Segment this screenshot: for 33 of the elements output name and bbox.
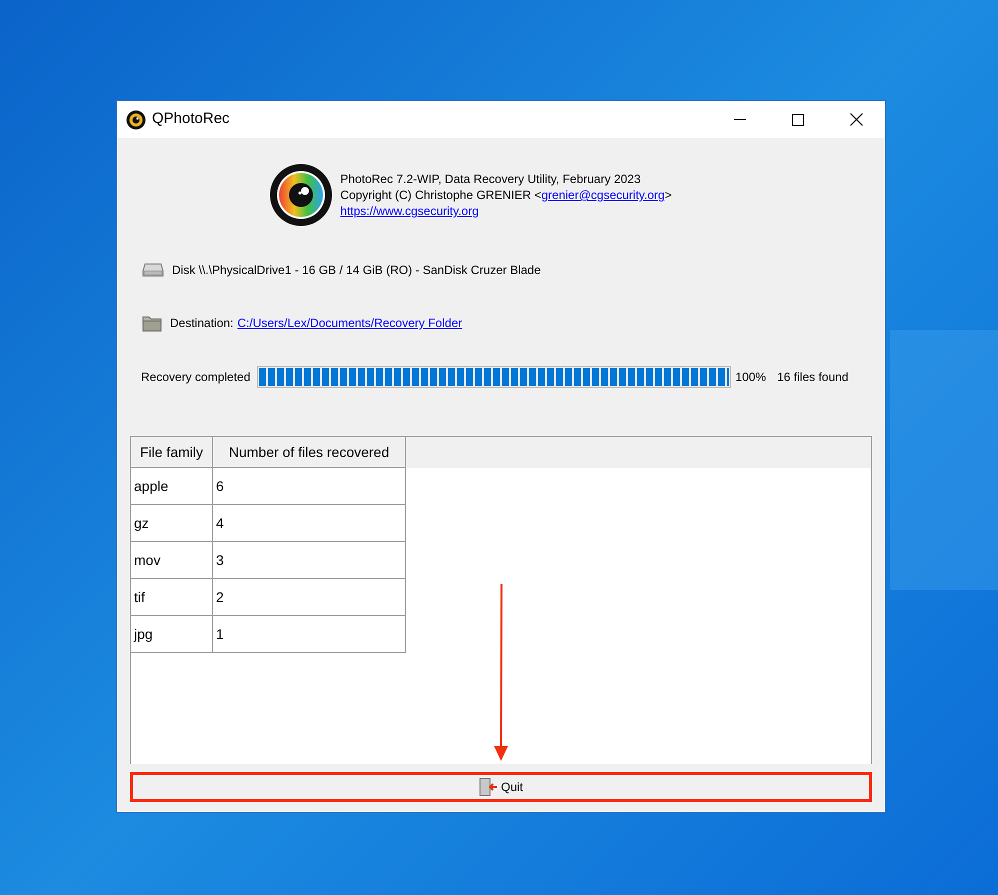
table-cell: 2: [213, 579, 406, 616]
progress-percent: 100%: [735, 369, 766, 386]
table-cell: 4: [213, 505, 406, 542]
table-cell: gz: [131, 505, 213, 542]
progress-label: Recovery completed: [141, 369, 250, 386]
table-cell: apple: [131, 468, 213, 505]
email-link[interactable]: grenier@cgsecurity.org: [541, 187, 665, 203]
website-link[interactable]: https://www.cgsecurity.org: [340, 203, 479, 219]
folder-icon: [142, 314, 162, 332]
table-cell: mov: [131, 542, 213, 579]
column-header[interactable]: File family: [131, 437, 213, 468]
destination-link[interactable]: C:/Users/Lex/Documents/Recovery Folder: [237, 314, 462, 332]
close-icon: [850, 113, 862, 126]
version-text: PhotoRec 7.2-WIP, Data Recovery Utility, February 2023: [340, 171, 642, 187]
maximize-icon: [792, 114, 804, 126]
eye-logo-icon: [270, 164, 332, 226]
exit-door-icon: [478, 778, 498, 796]
copyright-text: >: [664, 187, 672, 203]
files-found-text: 16 files found: [777, 369, 848, 386]
minimize-icon: [734, 119, 746, 120]
table-cell: tif: [131, 579, 213, 616]
eye-logo-icon: [126, 110, 146, 130]
drive-icon: [142, 263, 164, 277]
table-cell: jpg: [131, 616, 213, 653]
destination-label: Destination:: [170, 315, 234, 332]
column-header[interactable]: Number of files recovered: [213, 437, 406, 468]
disk-label: Disk \\.\PhysicalDrive1 - 16 GB / 14 GiB (RO) - SanDisk Cruzer Blade: [172, 262, 541, 279]
table-cell: 6: [213, 468, 406, 505]
table-cell: 1: [213, 616, 406, 653]
table-cell: 3: [213, 542, 406, 579]
quit-button[interactable]: Quit: [130, 772, 872, 802]
window-title: QPhotoRec: [152, 109, 230, 130]
copyright-text: Copyright (C) Christophe GRENIER <: [340, 187, 542, 203]
